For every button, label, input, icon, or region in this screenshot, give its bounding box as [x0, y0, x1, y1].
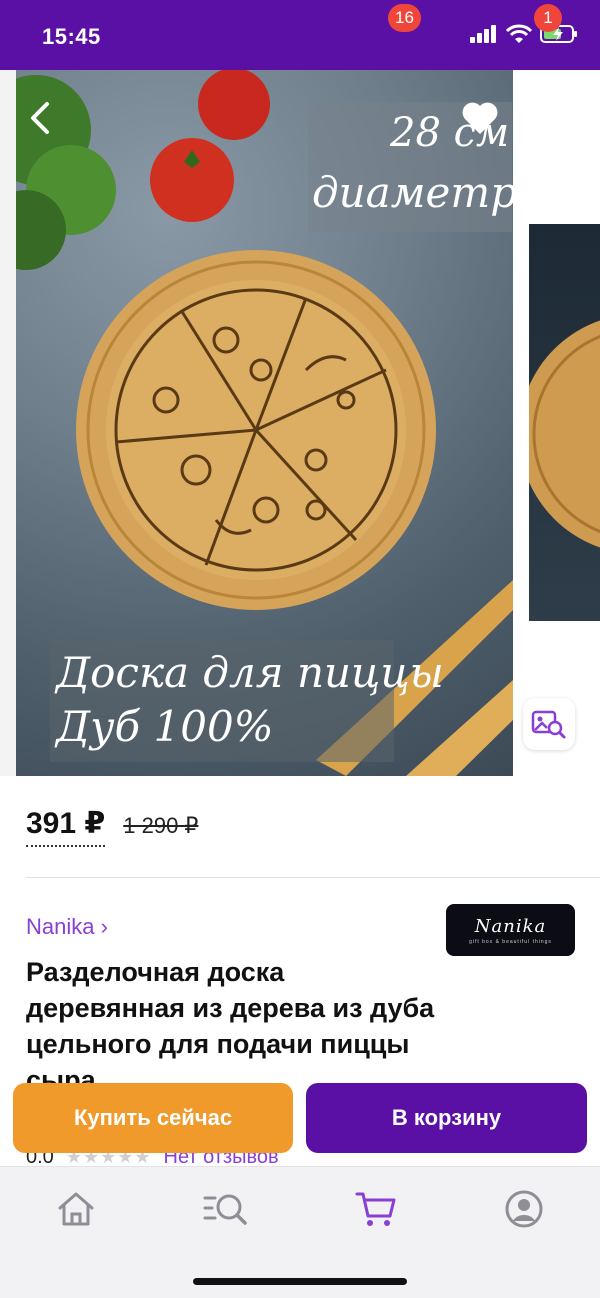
home-icon — [58, 1192, 94, 1226]
tab-cart[interactable] — [346, 1185, 406, 1233]
product-title: Разделочная доска деревянная из дерева и… — [26, 957, 435, 1095]
status-bar: 15:45 — [0, 0, 600, 70]
image-search-icon — [531, 710, 566, 739]
status-time: 15:45 — [42, 24, 101, 49]
old-price: 1 290 ₽ — [123, 813, 199, 838]
chevron-left-icon — [31, 102, 49, 134]
seller-link[interactable]: Nanika › — [26, 914, 108, 940]
status-icons — [470, 24, 578, 44]
cart-icon — [355, 1192, 396, 1226]
product-photo[interactable]: 28 см диаметр Доска для пиццы Дуб 100% — [16, 70, 513, 776]
catalog-search-icon — [203, 1194, 247, 1225]
tab-catalog[interactable] — [196, 1185, 256, 1233]
tab-profile[interactable] — [494, 1185, 554, 1233]
add-to-cart-button[interactable]: В корзину — [306, 1083, 587, 1153]
wifi-icon — [506, 24, 532, 43]
next-photo-board — [529, 320, 600, 548]
heart-icon — [462, 102, 498, 134]
gallery-edge — [0, 70, 16, 776]
share-button[interactable] — [536, 94, 584, 142]
price-row: 391 ₽ 1 290 ₽ — [26, 806, 198, 847]
tab-home[interactable] — [46, 1185, 106, 1233]
divider — [26, 877, 600, 878]
current-price[interactable]: 391 ₽ — [26, 806, 106, 847]
buy-now-button[interactable]: Купить сейчас — [13, 1083, 293, 1153]
brand-logo-subtext: gift box & beautiful things — [469, 938, 552, 945]
home-indicator[interactable] — [193, 1278, 407, 1285]
next-product-photo[interactable] — [529, 224, 600, 621]
cart-badge: 16 — [388, 4, 421, 32]
image-search-button[interactable] — [523, 698, 575, 750]
product-image-gallery[interactable]: 28 см диаметр Доска для пиццы Дуб 100% — [0, 70, 600, 776]
image-caption-line2: Дуб 100% — [56, 702, 274, 751]
image-text-diameter-word: диаметр — [312, 168, 513, 217]
back-button[interactable] — [16, 94, 64, 142]
brand-logo-name: Nanika — [474, 915, 547, 937]
profile-badge: 1 — [534, 4, 562, 32]
profile-icon — [505, 1190, 543, 1228]
share-icon — [545, 99, 575, 137]
cellular-signal-icon — [470, 25, 496, 43]
image-caption-line1: Доска для пиццы — [56, 648, 444, 697]
brand-logo[interactable]: Nanika gift box & beautiful things — [446, 904, 575, 956]
favorite-button[interactable] — [456, 94, 504, 142]
